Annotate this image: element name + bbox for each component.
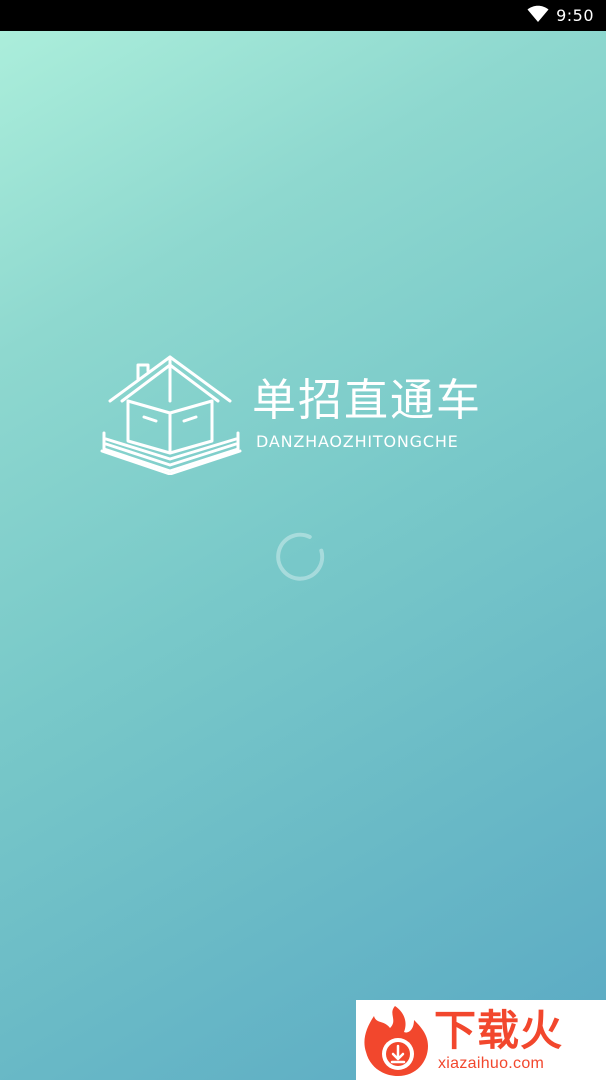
- flame-download-icon: [364, 1006, 428, 1076]
- watermark-url: xiazaihuo.com: [438, 1055, 545, 1072]
- watermark-brand: 下载火: [434, 1006, 564, 1055]
- watermark-badge: 下载火 xiazaihuo.com: [356, 1000, 606, 1080]
- app-logo: 单招直通车 DANZHAOZHITONGCHE: [100, 353, 520, 478]
- wifi-icon: [527, 5, 549, 22]
- app-title: 单招直通车: [252, 375, 482, 426]
- house-book-icon: [100, 355, 242, 475]
- status-time: 9:50: [556, 6, 594, 25]
- app-subtitle: DANZHAOZHITONGCHE: [256, 432, 459, 451]
- status-bar: 9:50: [0, 0, 606, 31]
- spinner-icon: [276, 532, 325, 581]
- splash-screen: 9:50 单招直通车 DANZHAOZHITONGCHE 下载火 xiazaih…: [0, 0, 606, 1080]
